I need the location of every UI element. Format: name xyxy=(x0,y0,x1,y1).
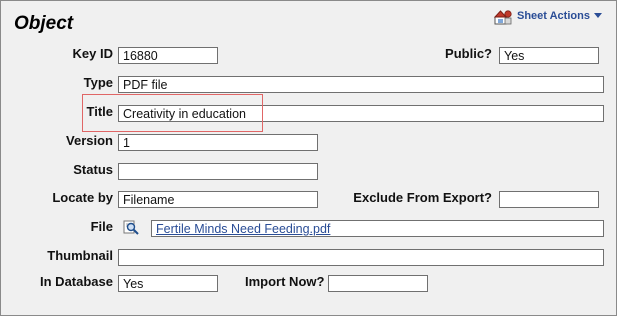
public-field[interactable]: Yes xyxy=(499,47,599,64)
key-id-field[interactable]: 16880 xyxy=(118,47,218,64)
type-field[interactable]: PDF file xyxy=(118,76,604,93)
version-field[interactable]: 1 xyxy=(118,134,318,151)
title-field[interactable]: Creativity in education xyxy=(118,105,604,122)
sheet-actions-menu[interactable]: Sheet Actions xyxy=(494,7,602,25)
status-label: Status xyxy=(73,162,113,177)
locate-by-select[interactable]: Filename xyxy=(118,191,318,208)
thumbnail-field[interactable] xyxy=(118,249,604,266)
page-title: Object xyxy=(14,13,74,34)
in-database-label: In Database xyxy=(40,274,113,289)
status-field[interactable] xyxy=(118,163,318,180)
thumbnail-label: Thumbnail xyxy=(47,248,113,263)
file-link[interactable]: Fertile Minds Need Feeding.pdf xyxy=(151,220,604,237)
file-label: File xyxy=(90,219,113,234)
sheet-actions-label: Sheet Actions xyxy=(517,10,590,22)
public-label: Public? xyxy=(445,46,492,61)
exclude-from-export-field[interactable] xyxy=(499,191,599,208)
in-database-field[interactable]: Yes xyxy=(118,275,218,292)
key-id-label: Key ID xyxy=(72,46,113,61)
import-now-field[interactable] xyxy=(328,275,428,292)
object-sheet-panel: Object Sheet Actions Key ID 16880 Public… xyxy=(0,0,617,316)
magnifier-file-icon[interactable] xyxy=(122,218,140,235)
title-label: Title xyxy=(86,104,114,119)
type-label: Type xyxy=(83,75,113,90)
exclude-from-export-label: Exclude From Export? xyxy=(353,190,492,205)
sheet-actions-icon xyxy=(494,9,512,24)
version-label: Version xyxy=(66,133,113,148)
import-now-label: Import Now? xyxy=(245,274,325,289)
locate-by-label: Locate by xyxy=(52,190,113,205)
chevron-down-icon xyxy=(593,12,602,18)
